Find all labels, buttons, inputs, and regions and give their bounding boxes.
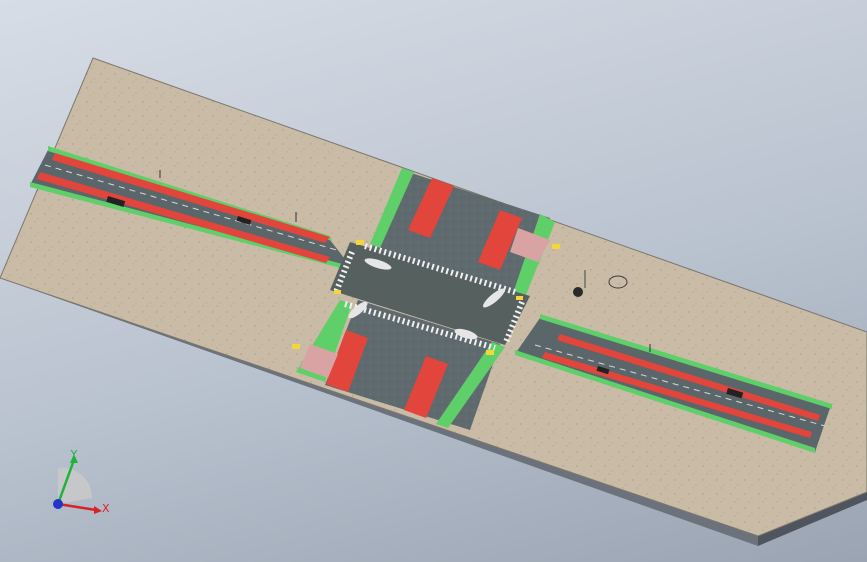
x-axis-label: X — [102, 502, 110, 515]
coordinate-triad: Y X — [53, 448, 110, 515]
arrow-x-axis-icon — [57, 502, 102, 514]
y-axis-label: Y — [70, 448, 78, 461]
triad-plane-icon — [58, 467, 93, 504]
origin-z-axis-icon — [53, 499, 63, 509]
cad-viewport[interactable]: Y X — [0, 0, 867, 562]
intersection-model[interactable] — [0, 0, 867, 562]
